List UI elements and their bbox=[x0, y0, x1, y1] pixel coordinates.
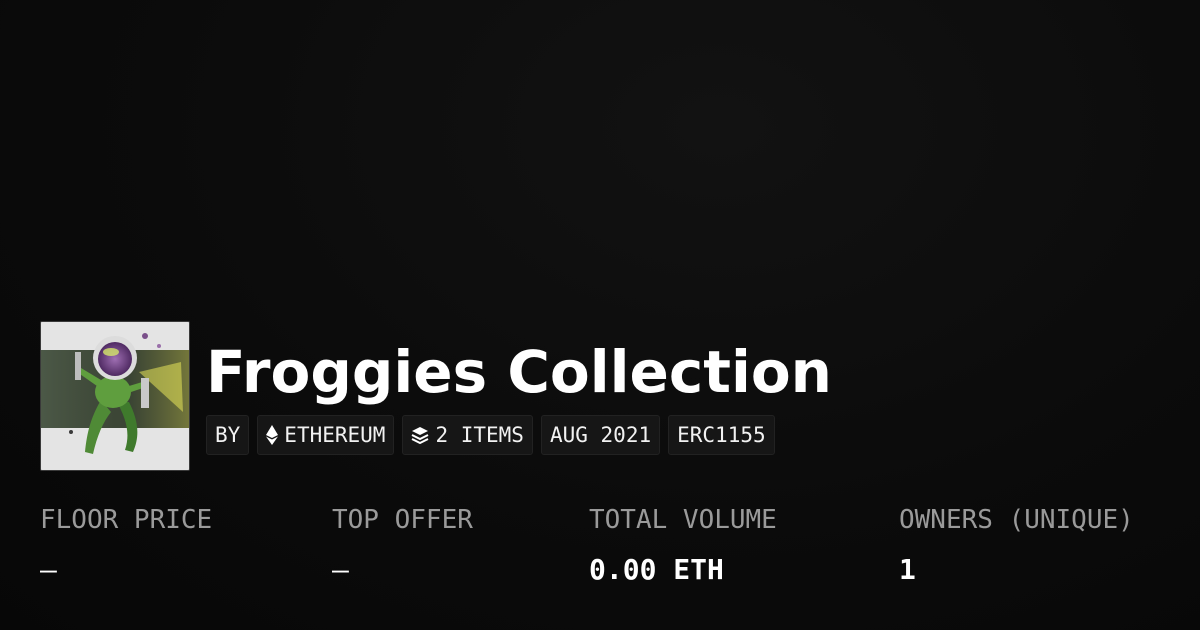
stat-top-offer: TOP OFFER — bbox=[332, 503, 473, 587]
stat-value: 0.00 ETH bbox=[589, 553, 724, 586]
collection-header: Froggies Collection BY ETHEREUM 2 ITEMS … bbox=[40, 321, 832, 471]
creator-chip-label: BY bbox=[215, 423, 241, 447]
collection-image[interactable] bbox=[40, 321, 190, 471]
creator-chip[interactable]: BY bbox=[206, 415, 250, 455]
stat-value: — bbox=[40, 553, 57, 586]
token-standard-label: ERC1155 bbox=[677, 423, 766, 447]
stat-label: TOTAL VOLUME bbox=[589, 505, 777, 535]
stat-label: OWNERS (UNIQUE) bbox=[899, 505, 1134, 535]
collection-meta-chips: BY ETHEREUM 2 ITEMS AUG 2021 ERC1155 bbox=[206, 415, 832, 455]
blockchain-chip-label: ETHEREUM bbox=[284, 423, 386, 447]
stat-total-volume: TOTAL VOLUME 0.00 ETH bbox=[589, 503, 777, 587]
title-block: Froggies Collection BY ETHEREUM 2 ITEMS … bbox=[206, 321, 832, 455]
token-standard-chip: ERC1155 bbox=[668, 415, 775, 455]
stat-label: FLOOR PRICE bbox=[40, 505, 213, 535]
items-count-chip[interactable]: 2 ITEMS bbox=[402, 415, 533, 455]
ethereum-icon bbox=[266, 425, 279, 445]
items-count-label: 2 ITEMS bbox=[435, 423, 524, 447]
stat-value: — bbox=[332, 553, 349, 586]
collection-stats: FLOOR PRICE — TOP OFFER — TOTAL VOLUME 0… bbox=[40, 503, 1180, 603]
stat-value: 1 bbox=[899, 553, 916, 586]
stat-label: TOP OFFER bbox=[332, 505, 473, 535]
collection-title: Froggies Collection bbox=[206, 338, 832, 406]
created-date-label: AUG 2021 bbox=[549, 423, 652, 447]
stat-owners-unique: OWNERS (UNIQUE) 1 bbox=[899, 503, 1134, 587]
blockchain-chip[interactable]: ETHEREUM bbox=[257, 415, 395, 455]
layers-icon bbox=[411, 426, 429, 444]
stat-floor-price: FLOOR PRICE — bbox=[40, 503, 212, 587]
created-date-chip: AUG 2021 bbox=[540, 415, 661, 455]
frog-astronaut-icon bbox=[41, 322, 189, 470]
